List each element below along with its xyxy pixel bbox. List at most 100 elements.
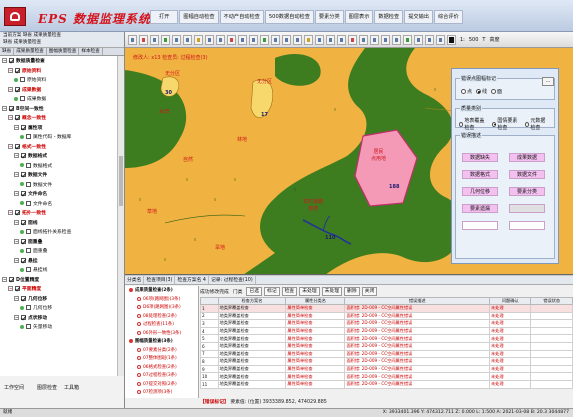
tree-item[interactable]: 原始资料 [0,75,118,85]
expand-icon[interactable]: − [8,286,13,292]
grid-action-button[interactable]: 未处理 [321,286,343,296]
bottom-tab[interactable]: 工具箱 [64,384,79,391]
line-icon[interactable] [271,34,280,45]
expand-icon[interactable]: − [8,143,13,149]
tree-item[interactable]: 几何位移 [0,303,118,313]
radio-option[interactable]: 点 [461,88,472,95]
tree-scrollbar[interactable] [117,56,124,376]
tree-item[interactable]: − 属性项 [0,123,118,133]
tree-item[interactable]: − 面重叠 [0,237,118,247]
radio-option[interactable]: 线 [476,88,487,95]
bottom-tab[interactable]: 图层检查 [37,384,57,391]
result-tree-item[interactable]: 06外形一致性(3条) [125,329,198,338]
tree-item[interactable]: − 概念一致性 [0,113,118,123]
radio-option[interactable]: 元数据检查 [525,117,550,131]
menu-item[interactable]: 综合评价 [433,10,463,24]
table-row[interactable]: 1 地类界覆盖检查 属性简单检查 面积错: 2D-009 - CC空间属性错误 未处理 [200,304,573,313]
result-tree-item[interactable]: 06项(路网图)(3条) [125,295,198,304]
result-tree-item[interactable]: 07要素分类(2条) [125,346,198,355]
tree-checkbox[interactable] [15,143,20,149]
expand-icon[interactable]: − [2,105,7,111]
menu-item[interactable]: 提交输出 [404,10,433,24]
edit-icon[interactable] [216,34,225,45]
result-tab[interactable]: 记录: 过程检查(10) [209,276,256,284]
save-icon[interactable] [392,34,401,45]
bottom-tab[interactable]: 工作空间 [4,384,24,391]
expand-icon[interactable]: − [14,191,19,197]
copy-icon[interactable] [326,34,335,45]
tree-checkbox[interactable] [26,200,31,206]
tree-item[interactable]: − 原始资料 [0,66,118,76]
result-tree-item[interactable]: D6项(路网图)(3条) [125,303,198,312]
scroll-thumb[interactable] [119,156,123,206]
undo-icon[interactable] [238,34,247,45]
paste-icon[interactable] [337,34,346,45]
tree-item[interactable]: − 点状移动 [0,313,118,323]
tree-checkbox[interactable] [21,295,26,301]
expand-icon[interactable]: − [8,210,13,216]
tree-checkbox[interactable] [21,238,26,244]
left-tab[interactable]: 图幅质量检查 [47,48,80,55]
tree-item[interactable]: − 数据质量检查 [0,56,118,66]
column-header[interactable]: 检查方案名 [217,297,287,305]
grid-action-button[interactable]: 未处理 [299,286,320,296]
tree-checkbox[interactable] [26,134,31,140]
refresh-icon[interactable] [172,34,181,45]
mode-label[interactable]: T [482,37,485,43]
layer-icon[interactable] [205,34,214,45]
menu-item[interactable]: 不动产自动检查 [219,10,264,24]
info-icon[interactable] [359,34,368,45]
radio-dot[interactable] [459,121,464,127]
expand-icon[interactable]: − [2,276,7,282]
table-row[interactable]: 8 地类界覆盖检查 属性简单检查 面积错: 2D-009 - CC空间属性错误 未处理 [200,357,573,366]
tree-item[interactable]: 数据格式 [0,161,118,171]
tree-item[interactable]: 矢量移动 [0,322,118,332]
expand-icon[interactable]: − [14,172,19,178]
radio-dot[interactable] [525,121,530,127]
radio-dot[interactable] [491,89,497,94]
tree-item[interactable]: 成果数据 [0,94,118,104]
tree-item[interactable]: 悬挂线 [0,265,118,275]
error-type-button[interactable]: 要素分类 [509,187,545,196]
snap-icon[interactable] [260,34,269,45]
tree-checkbox[interactable] [26,324,31,330]
tree-item[interactable]: − 成果数据 [0,85,118,95]
error-type-button[interactable]: 几何位移 [462,187,498,196]
radio-dot[interactable] [476,89,482,94]
color-icon[interactable] [447,34,456,45]
radio-option[interactable]: 地表覆盖检查 [459,117,488,131]
result-tree-item[interactable]: 07过程检查(3条) [125,371,198,380]
expand-icon[interactable]: − [8,86,13,92]
radio-option[interactable]: 面 [491,88,502,95]
expand-icon[interactable]: − [8,67,13,73]
menu-item[interactable]: 图幅自动检查 [179,10,219,24]
table-row[interactable]: 2 地类界覆盖检查 属性简单检查 面积错: 2D-009 - CC空间属性错误 未处理 [200,311,573,321]
tree-checkbox[interactable] [21,191,26,197]
column-header[interactable]: 问题确认 [488,297,532,305]
tree-checkbox[interactable] [26,162,31,168]
grid-action-button[interactable]: 删除 [344,286,360,296]
menu-item[interactable]: 数据检查 [374,10,404,24]
tree-item[interactable]: 面线拓扑关系检查 [0,227,118,237]
select-icon[interactable] [183,34,192,45]
result-tree-item[interactable]: 成果质量检查(2条) [125,286,198,295]
measure-icon[interactable] [194,34,203,45]
left-tab[interactable]: 缺省 [0,48,15,55]
radio-dot[interactable] [461,89,466,94]
error-type-button[interactable] [509,221,545,230]
mode2-label[interactable]: 高度 [489,36,499,43]
check-icon[interactable] [403,34,412,45]
tree-checkbox[interactable] [9,105,14,111]
result-tree-item[interactable]: 06格式检查(2条) [125,363,198,372]
column-header[interactable]: 错误描述 [344,297,490,305]
tree-checkbox[interactable] [15,67,20,73]
pan-icon[interactable] [161,34,170,45]
tree-item[interactable]: − 平面精度 [0,284,118,294]
dialog-more-button[interactable]: ... [542,77,554,86]
menu-item[interactable]: 500数据自动检查 [264,10,314,24]
error-type-button[interactable]: 数据缺失 [462,153,498,162]
result-tree-item[interactable]: 07整体图斑(1条) [125,354,198,363]
tree-checkbox[interactable] [26,248,31,254]
result-tree-item[interactable]: 07检测项(3条) [125,388,198,397]
result-tree-item[interactable]: 过程检查(11条) [125,320,198,329]
